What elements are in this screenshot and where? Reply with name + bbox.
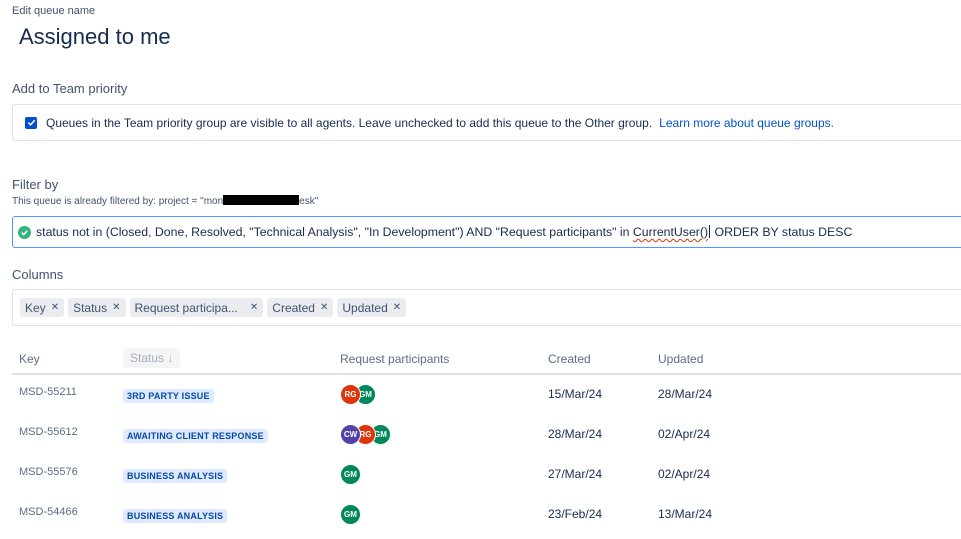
remove-icon[interactable]: ✕ [393, 302, 401, 313]
created-date: 23/Feb/24 [548, 507, 603, 521]
issue-key[interactable]: MSD-55211 [19, 386, 77, 398]
status-lozenge: AWAITING CLIENT RESPONSE [123, 429, 268, 443]
chip-label: Request participa... [134, 300, 238, 315]
chip-label: Created [272, 300, 315, 315]
created-date: 27/Mar/24 [548, 467, 603, 481]
queue-name-title[interactable]: Assigned to me [19, 24, 171, 50]
participants-avatars: CW RG GM [340, 424, 391, 445]
team-priority-description: Queues in the Team priority group are vi… [46, 115, 653, 130]
header-created[interactable]: Created [548, 352, 591, 366]
remove-icon[interactable]: ✕ [320, 302, 328, 313]
table-body: MSD-55211 3RD PARTY ISSUE RG GM 15/Mar/24 28/… [12, 375, 961, 535]
table-row[interactable]: MSD-55576 BUSINESS ANALYSIS GM 27/Mar/24 02/… [12, 455, 961, 495]
header-request-participants[interactable]: Request participants [340, 352, 449, 366]
participants-avatars: RG GM [340, 384, 376, 405]
column-chip-request-participants: Request participa... ✕ [129, 298, 264, 317]
edit-queue-name-label: Edit queue name [12, 5, 96, 17]
avatar[interactable]: GM [340, 504, 361, 525]
avatar[interactable]: RG [340, 384, 361, 405]
avatar[interactable]: CW [340, 424, 361, 445]
updated-date: 02/Apr/24 [658, 427, 711, 441]
filter-note-prefix: This queue is already filtered by: proje… [12, 196, 224, 207]
created-date: 28/Mar/24 [548, 427, 603, 441]
check-icon [27, 119, 35, 126]
columns-picker[interactable]: Key ✕ Status ✕ Request participa... ✕ Creat… [12, 289, 961, 326]
header-updated[interactable]: Updated [658, 352, 703, 366]
team-priority-checkbox[interactable] [25, 116, 37, 129]
column-chip-created: Created ✕ [267, 298, 334, 317]
header-key[interactable]: Key [19, 352, 40, 366]
team-priority-box: Queues in the Team priority group are vi… [12, 104, 961, 141]
issue-key[interactable]: MSD-55576 [19, 466, 78, 478]
remove-icon[interactable]: ✕ [250, 302, 258, 313]
avatar[interactable]: GM [340, 464, 361, 485]
jql-input[interactable]: status not in (Closed, Done, Resolved, "… [12, 216, 961, 248]
participants-avatars: GM [340, 504, 361, 525]
status-cell: 3RD PARTY ISSUE [123, 388, 214, 403]
learn-more-link[interactable]: Learn more about queue groups. [659, 116, 834, 130]
redaction-bar [223, 195, 300, 205]
team-priority-heading: Add to Team priority [12, 81, 128, 96]
table-row[interactable]: MSD-54466 BUSINESS ANALYSIS GM 23/Feb/24 13/… [12, 495, 961, 535]
filter-note-suffix: esk" [299, 196, 319, 207]
filter-note: This queue is already filtered by: proje… [12, 195, 318, 207]
chip-label: Status [73, 300, 108, 315]
column-chip-updated: Updated ✕ [337, 298, 407, 317]
participants-avatars: GM [340, 464, 361, 485]
status-lozenge: 3RD PARTY ISSUE [123, 389, 214, 403]
table-header: Key Status ↓ Request participants Create… [12, 345, 961, 375]
table-row[interactable]: MSD-55211 3RD PARTY ISSUE RG GM 15/Mar/24 28/… [12, 375, 961, 415]
status-lozenge: BUSINESS ANALYSIS [123, 469, 228, 483]
updated-date: 28/Mar/24 [658, 387, 713, 401]
remove-icon[interactable]: ✕ [51, 302, 59, 313]
column-chip-status: Status ✕ [68, 298, 126, 317]
jql-part1: status not in (Closed, Done, Resolved, "… [36, 225, 633, 239]
status-cell: AWAITING CLIENT RESPONSE [123, 428, 268, 443]
text-caret [709, 225, 711, 238]
jql-part2: ORDER BY status DESC [711, 225, 853, 239]
column-chip-key: Key ✕ [20, 298, 65, 317]
status-cell: BUSINESS ANALYSIS [123, 468, 228, 483]
table-row[interactable]: MSD-55612 AWAITING CLIENT RESPONSE CW RG GM 2… [12, 415, 961, 455]
issue-key[interactable]: MSD-55612 [19, 426, 78, 438]
columns-heading: Columns [12, 267, 64, 282]
chip-label: Updated [342, 300, 388, 315]
filter-heading: Filter by [12, 177, 59, 192]
valid-check-icon [18, 225, 31, 239]
jql-function: CurrentUser() [632, 225, 709, 239]
updated-date: 02/Apr/24 [658, 467, 711, 481]
remove-icon[interactable]: ✕ [112, 302, 120, 313]
status-cell: BUSINESS ANALYSIS [123, 508, 228, 523]
status-lozenge: BUSINESS ANALYSIS [123, 509, 228, 523]
issue-key[interactable]: MSD-54466 [19, 506, 78, 518]
updated-date: 13/Mar/24 [658, 507, 713, 521]
header-status[interactable]: Status ↓ [123, 348, 181, 368]
created-date: 15/Mar/24 [548, 387, 603, 401]
jql-query-text[interactable]: status not in (Closed, Done, Resolved, "… [36, 225, 852, 239]
issues-table: Key Status ↓ Request participants Create… [12, 345, 961, 535]
chip-label: Key [25, 300, 46, 315]
